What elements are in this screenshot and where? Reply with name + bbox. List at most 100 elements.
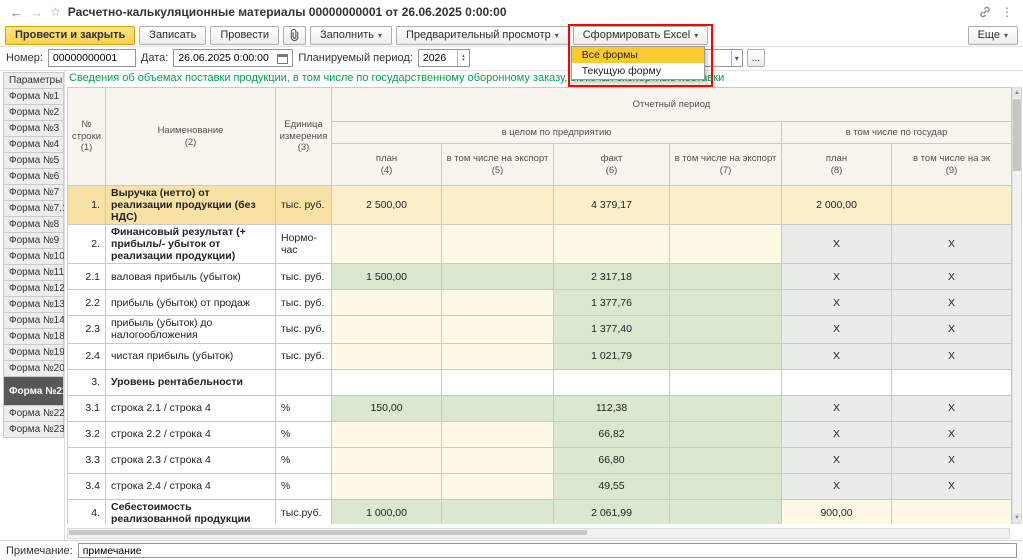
post-button[interactable]: Провести [210,26,279,45]
data-cell[interactable]: 1 377,40 [554,316,670,343]
data-cell[interactable]: 2 000,00 [782,186,892,225]
scroll-up-icon[interactable]: ▲ [1013,88,1021,98]
row-name-cell[interactable]: прибыль (убыток) от продаж [106,290,276,316]
data-cell[interactable]: 66,82 [554,421,670,447]
data-cell[interactable]: X [892,290,1012,316]
data-cell[interactable]: X [782,421,892,447]
row-name-cell[interactable]: Выручка (нетто) от реализации продукции … [106,186,276,225]
row-name-cell[interactable]: чистая прибыль (убыток) [106,343,276,369]
post-and-close-button[interactable]: Провести и закрыть [5,26,135,45]
data-cell[interactable]: X [892,473,1012,499]
data-cell[interactable]: 1 377,76 [554,290,670,316]
data-cell[interactable]: 2 317,18 [554,264,670,290]
data-cell[interactable] [670,473,782,499]
row-number-cell[interactable]: 3.2 [68,421,106,447]
data-cell[interactable] [332,343,442,369]
data-cell[interactable]: X [782,264,892,290]
data-cell[interactable] [892,186,1012,225]
row-number-cell[interactable]: 3.3 [68,447,106,473]
row-unit-cell[interactable]: Нормо-час [276,225,332,264]
row-unit-cell[interactable]: тыс. руб. [276,316,332,343]
data-cell[interactable]: X [892,395,1012,421]
sidebar-tab-5[interactable]: Форма №5 [3,152,64,169]
data-cell[interactable]: X [892,343,1012,369]
sidebar-tab-18[interactable]: Форма №20 [3,360,64,377]
row-name-cell[interactable]: Себестоимость реализованной продукции [106,499,276,524]
data-cell[interactable] [442,421,554,447]
row-name-cell[interactable]: прибыль (убыток) до налогообложения [106,316,276,343]
sidebar-tab-6[interactable]: Форма №6 [3,168,64,185]
row-number-cell[interactable]: 1. [68,186,106,225]
data-cell[interactable] [670,316,782,343]
data-cell[interactable] [670,421,782,447]
vertical-scrollbar[interactable]: ▲ ▼ [1012,87,1022,524]
data-cell[interactable]: 4 379,17 [554,186,670,225]
data-cell[interactable]: 1 021,79 [554,343,670,369]
row-number-cell[interactable]: 3.1 [68,395,106,421]
data-cell[interactable]: 900,00 [782,499,892,524]
row-name-cell[interactable]: строка 2.1 / строка 4 [106,395,276,421]
sidebar-tab-17[interactable]: Форма №19 [3,344,64,361]
row-unit-cell[interactable]: тыс. руб. [276,186,332,225]
data-cell[interactable] [332,369,442,395]
data-cell[interactable] [892,369,1012,395]
fill-button[interactable]: Заполнить ▾ [310,26,392,45]
row-number-cell[interactable]: 3.4 [68,473,106,499]
data-cell[interactable]: X [892,421,1012,447]
row-number-cell[interactable]: 2. [68,225,106,264]
row-name-cell[interactable]: строка 2.2 / строка 4 [106,421,276,447]
data-cell[interactable] [332,421,442,447]
data-cell[interactable]: X [782,316,892,343]
combo-dropdown-icon[interactable]: ▾ [731,50,742,66]
calendar-icon[interactable] [277,53,288,64]
preview-button[interactable]: Предварительный просмотр ▾ [396,26,569,45]
data-cell[interactable] [332,225,442,264]
row-name-cell[interactable]: Уровень рентабельности [106,369,276,395]
sidebar-tab-20[interactable]: Форма №22 [3,405,64,422]
product-choose-button[interactable]: … [747,49,765,67]
data-cell[interactable] [670,290,782,316]
sidebar-tab-10[interactable]: Форма №9 [3,232,64,249]
data-cell[interactable]: 150,00 [332,395,442,421]
sidebar-tab-14[interactable]: Форма №13 [3,296,64,313]
sidebar-tab-21[interactable]: Форма №23 [3,421,64,438]
sidebar-tab-12[interactable]: Форма №11 [3,264,64,281]
row-unit-cell[interactable]: % [276,473,332,499]
horizontal-scroll-thumb[interactable] [69,530,587,535]
row-unit-cell[interactable]: % [276,421,332,447]
data-cell[interactable]: 2 061,99 [554,499,670,524]
menu-item-current-form[interactable]: Текущую форму [572,63,704,79]
data-cell[interactable] [332,447,442,473]
data-cell[interactable] [442,343,554,369]
data-cell[interactable] [442,290,554,316]
data-cell[interactable] [670,343,782,369]
more-button[interactable]: Еще ▾ [968,26,1018,45]
row-unit-cell[interactable]: тыс. руб. [276,264,332,290]
period-spinner[interactable]: ▴ ▾ [457,50,469,66]
data-cell[interactable] [670,186,782,225]
spin-down-icon[interactable]: ▾ [462,58,465,62]
data-cell[interactable]: 1 500,00 [332,264,442,290]
sidebar-tab-13[interactable]: Форма №12 [3,280,64,297]
row-number-cell[interactable]: 4. [68,499,106,524]
data-cell[interactable]: X [782,395,892,421]
row-number-cell[interactable]: 2.3 [68,316,106,343]
data-cell[interactable] [670,225,782,264]
row-unit-cell[interactable]: тыс. руб. [276,290,332,316]
sidebar-tab-0[interactable]: Параметры [3,72,64,89]
more-options-icon[interactable]: ⋮ [1001,5,1013,19]
row-name-cell[interactable]: валовая прибыль (убыток) [106,264,276,290]
data-cell[interactable]: 66,80 [554,447,670,473]
row-number-cell[interactable]: 2.1 [68,264,106,290]
sidebar-tab-2[interactable]: Форма №2 [3,104,64,121]
row-name-cell[interactable]: строка 2.3 / строка 4 [106,447,276,473]
row-unit-cell[interactable]: % [276,447,332,473]
period-input[interactable]: 2026 ▴ ▾ [418,49,470,67]
data-cell[interactable] [670,264,782,290]
data-cell[interactable] [442,499,554,524]
sidebar-tab-1[interactable]: Форма №1 [3,88,64,105]
row-number-cell[interactable]: 3. [68,369,106,395]
note-input[interactable]: примечание [78,543,1017,558]
data-cell[interactable]: X [892,225,1012,264]
data-cell[interactable]: 1 000,00 [332,499,442,524]
